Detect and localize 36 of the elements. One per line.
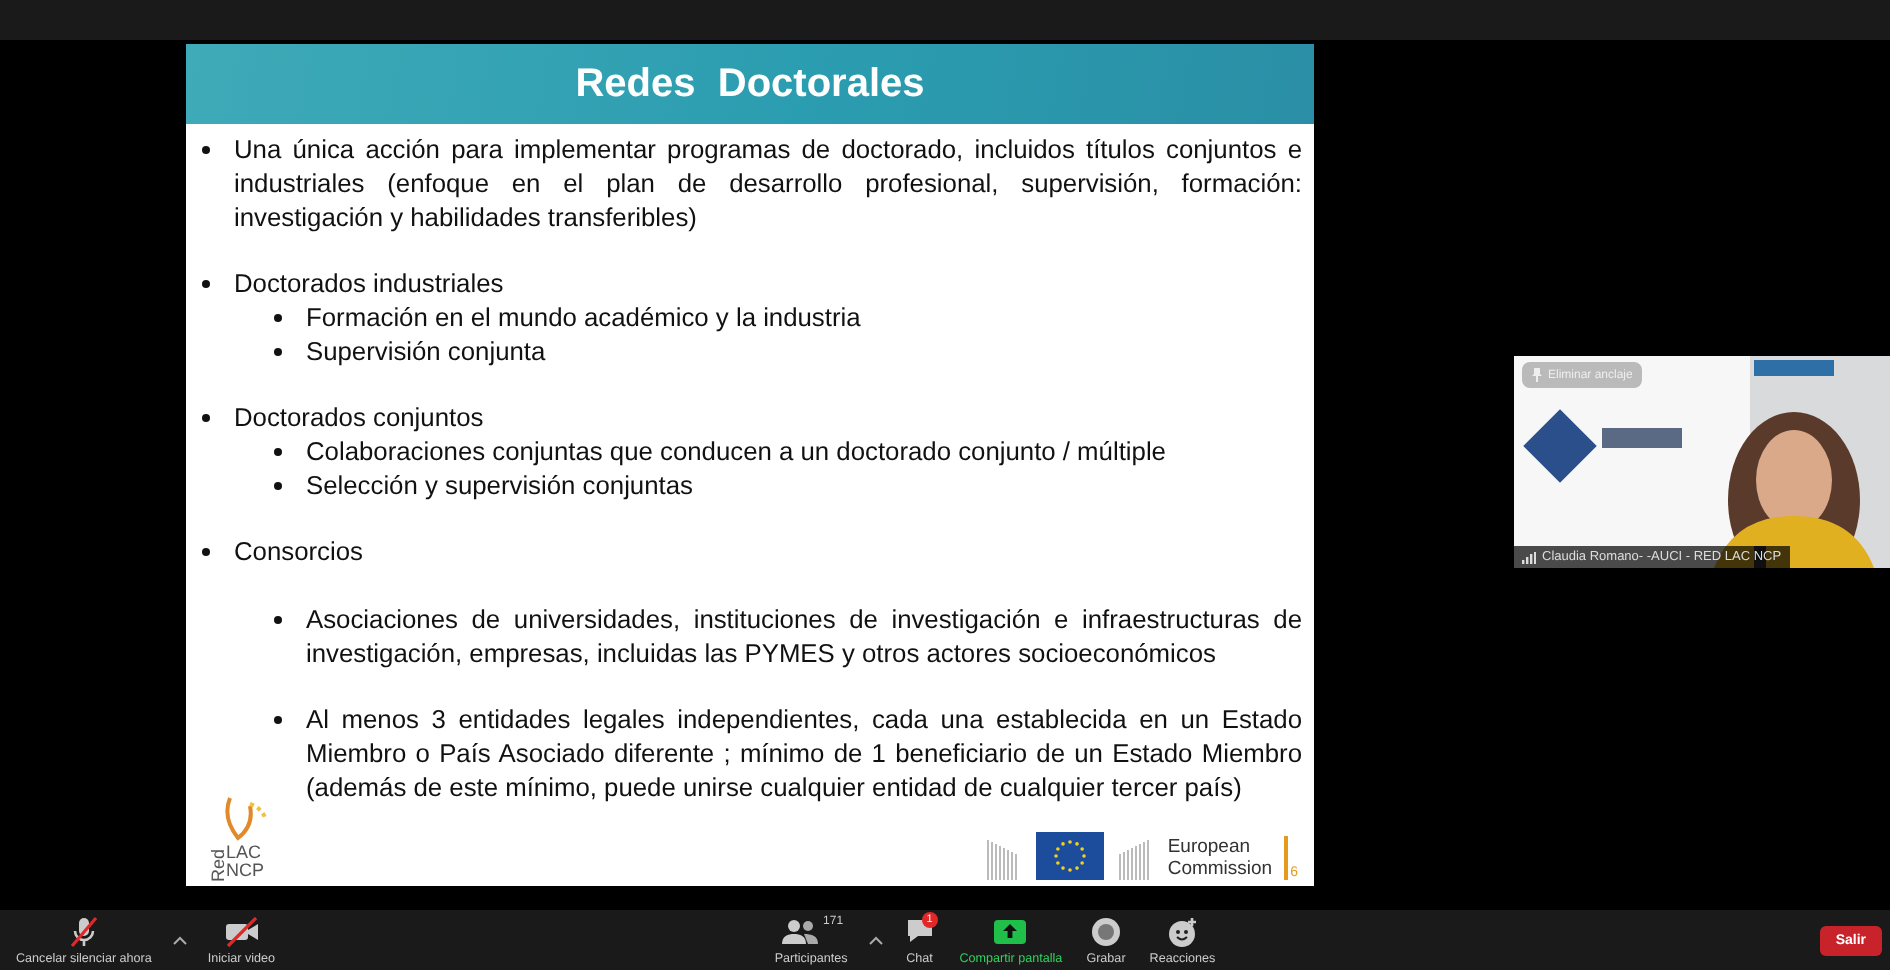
sub-bullet-text: Al menos 3 entidades legales independientes, cada una establecida en un Estado Miembro o País Asociado diferente ; mínimo de 1 beneficiario de un Estado Miembro (además de este mínimo, puede unirse cualquier entidad de cualquier tercer país)	[306, 702, 1302, 804]
bullet-text: Consorcios	[234, 534, 365, 568]
signal-icon	[1522, 551, 1536, 563]
pin-icon	[1532, 368, 1542, 382]
logo-text: NCP	[226, 862, 265, 880]
bullet-icon	[202, 280, 210, 288]
caret-icon[interactable]	[171, 934, 188, 946]
bullet-icon	[274, 348, 282, 356]
record-icon	[1089, 915, 1122, 947]
sub-bullet-text: Supervisión conjunta	[306, 334, 548, 368]
caret-icon[interactable]	[867, 934, 884, 946]
bullet-icon	[202, 548, 210, 556]
bullet-icon	[274, 448, 282, 456]
muted-microphone-icon	[67, 915, 100, 947]
eu-flag-icon	[1035, 832, 1104, 880]
sub-bullet-text: Colaboraciones conjuntas que conducen a un doctorado conjunto / múltiple	[306, 434, 1168, 468]
bullet-text: Una única acción para implementar programas de doctorado, incluidos títulos conjuntos e industriales (enfoque en el plan de desarrollo profesional, supervisión, formación: investigación y habilidades transferibles)	[234, 132, 1302, 234]
sub-bullet-text: Selección y supervisión conjuntas	[306, 468, 695, 502]
bullet-text: Doctorados conjuntos	[234, 400, 486, 434]
logo-text: LAC	[226, 844, 264, 862]
sub-bullet-text: Asociaciones de universidades, instituciones de investigación e infraestructuras de investigación, empresas, incluidas las PYMES y otros actores socioeconómicos	[306, 602, 1302, 670]
logo-text: Commission	[1167, 858, 1273, 880]
bullet-icon	[274, 314, 282, 322]
bullet-text: Doctorados industriales	[234, 266, 506, 300]
bullet-icon	[202, 146, 210, 154]
bullet-icon	[274, 716, 282, 724]
video-off-icon	[223, 915, 260, 947]
bullet-icon	[274, 616, 282, 624]
share-screen-icon	[992, 917, 1029, 945]
sub-bullet-text: Formación en el mundo académico y la industria	[306, 300, 863, 334]
slide-title: Redes Doctorales	[575, 61, 925, 107]
logo-text: European	[1167, 836, 1253, 858]
bullet-icon	[202, 414, 210, 422]
emoji-icon	[1165, 915, 1200, 947]
bullet-icon	[274, 482, 282, 490]
people-icon	[779, 917, 820, 945]
